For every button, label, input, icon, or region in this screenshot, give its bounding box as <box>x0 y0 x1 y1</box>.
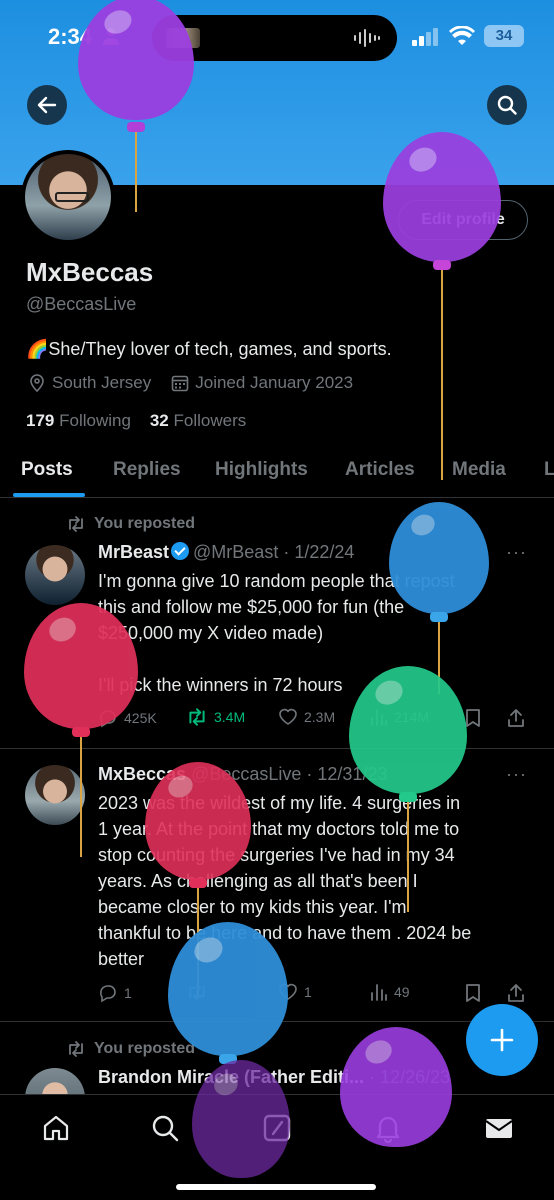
tab-replies[interactable]: Replies <box>113 459 181 481</box>
profile-avatar[interactable] <box>21 150 115 244</box>
profile-meta: South Jersey Joined January 2023 <box>28 373 367 393</box>
status-bar: 2:34 34 <box>0 0 554 76</box>
post-text: I'm gonna give 10 random people that rep… <box>98 571 455 695</box>
post-author-handle[interactable]: @MrBeast · 1/22/24 <box>193 542 354 562</box>
verified-badge-icon <box>171 542 190 560</box>
profile-tabs: Posts Replies Highlights Articles Media … <box>0 448 554 498</box>
post-actions: 1 1 49 <box>98 983 528 1007</box>
post-header: Brandon Miracle (Father Editi... · 12/26… <box>98 1067 450 1088</box>
like-icon <box>279 983 297 1000</box>
post-author-handle[interactable]: @BeccasLive · 12/31/23 <box>191 764 387 784</box>
share-icon[interactable] <box>506 983 526 1003</box>
home-indicator <box>176 1184 376 1190</box>
repost-icon <box>189 983 205 1001</box>
search-icon <box>497 95 517 115</box>
reply-button[interactable]: 425K <box>98 708 157 728</box>
location-icon <box>30 374 44 392</box>
more-options-icon[interactable]: ··· <box>506 764 527 785</box>
reply-icon <box>100 985 116 1003</box>
post-header: MrBeast @MrBeast · 1/22/24 <box>98 542 354 563</box>
following-link[interactable]: 179 Following <box>26 411 131 430</box>
edit-profile-button[interactable]: Edit profile <box>398 200 528 240</box>
post-avatar[interactable] <box>25 545 85 605</box>
dynamic-island[interactable] <box>152 15 397 61</box>
followers-link[interactable]: 32 Followers <box>150 411 246 430</box>
compose-post-button[interactable] <box>466 1004 538 1076</box>
tab-likes[interactable]: L <box>544 459 554 481</box>
tab-posts[interactable]: Posts <box>21 459 73 481</box>
profile-bio: 🌈She/They lover of tech, games, and spor… <box>26 339 392 359</box>
follow-stats: 179 Following 32 Followers <box>26 411 246 431</box>
tab-highlights[interactable]: Highlights <box>215 459 308 481</box>
person-icon <box>103 28 119 45</box>
repost-button[interactable] <box>186 983 214 1001</box>
share-icon[interactable] <box>506 708 526 728</box>
bookmark-icon[interactable] <box>464 708 482 728</box>
post-avatar[interactable] <box>25 765 85 825</box>
post-item[interactable]: MxBeccas @BeccasLive · 12/31/23 ··· 2023… <box>0 749 554 1022</box>
views-button[interactable]: 214M <box>370 708 429 726</box>
compose-icon[interactable] <box>262 1113 292 1143</box>
repost-indicator: You reposted <box>66 1040 195 1058</box>
repost-icon <box>189 708 205 726</box>
post-author-name[interactable]: MxBeccas <box>98 764 186 784</box>
post-author-handle[interactable]: · 12/26/23 <box>369 1067 450 1087</box>
post-author-name[interactable]: MrBeast <box>98 542 169 562</box>
views-icon <box>371 709 387 726</box>
calendar-icon <box>171 375 189 392</box>
like-button[interactable]: 2.3M <box>278 708 335 726</box>
post-header: MxBeccas @BeccasLive · 12/31/23 <box>98 764 387 785</box>
reply-button[interactable]: 1 <box>98 983 132 1003</box>
profile-name: MxBeccas <box>26 257 154 287</box>
plus-icon <box>490 1028 514 1052</box>
views-button[interactable]: 49 <box>370 983 410 1001</box>
mail-icon[interactable] <box>484 1113 514 1143</box>
profile-handle: @BeccasLive <box>26 294 137 314</box>
back-button[interactable] <box>27 85 67 125</box>
wifi-icon <box>449 26 475 45</box>
post-text: 2023 was the wildest of my life. 4 surge… <box>98 793 472 969</box>
repost-icon <box>69 1041 83 1057</box>
repost-button[interactable]: 3.4M <box>186 708 245 726</box>
reply-icon <box>100 710 116 728</box>
tab-articles[interactable]: Articles <box>345 459 415 481</box>
post-item[interactable]: You reposted MrBeast @MrBeast · 1/22/24 ·… <box>0 499 554 749</box>
post-actions: 425K 3.4M 2.3M 214M <box>98 708 528 732</box>
post-author-name[interactable]: Brandon Miracle (Father Editi... <box>98 1067 364 1087</box>
cellular-signal-icon <box>412 28 438 46</box>
profile-location: South Jersey <box>52 373 152 392</box>
views-icon <box>371 984 387 1001</box>
profile-joined: Joined January 2023 <box>195 373 354 392</box>
status-time: 2:34 <box>48 24 93 49</box>
search-button[interactable] <box>487 85 527 125</box>
battery-indicator: 34 <box>484 25 524 47</box>
audio-wave-icon <box>354 29 380 47</box>
bookmark-icon[interactable] <box>464 983 482 1003</box>
media-thumbnail <box>166 28 200 48</box>
like-button[interactable]: 1 <box>278 983 312 1001</box>
search-icon[interactable] <box>150 1113 180 1143</box>
tab-media[interactable]: Media <box>452 459 506 481</box>
like-icon <box>279 708 297 725</box>
home-icon[interactable] <box>41 1113 71 1143</box>
repost-icon <box>69 516 83 532</box>
active-tab-indicator <box>13 493 85 497</box>
repost-indicator: You reposted <box>66 515 195 533</box>
more-options-icon[interactable]: ··· <box>506 542 527 563</box>
bell-icon[interactable] <box>373 1113 403 1143</box>
back-arrow-icon <box>37 96 57 114</box>
